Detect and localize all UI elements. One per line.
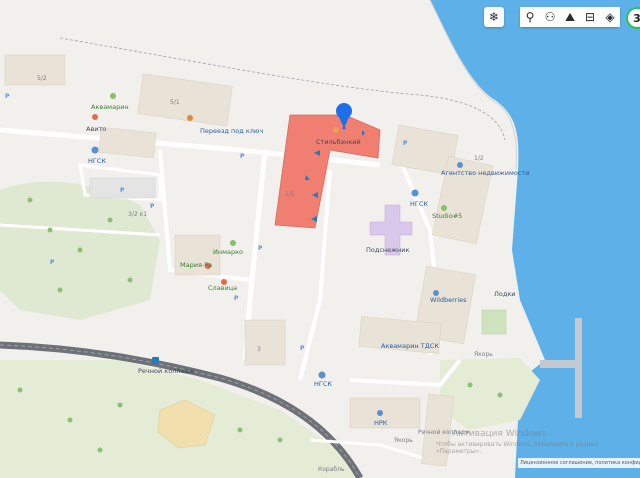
poi-label[interactable]: НГСК [88, 157, 106, 165]
house-number: 1/5 [285, 191, 295, 198]
pin-icon[interactable]: ⚲ [520, 7, 540, 27]
map-canvas[interactable]: P P P P P P P P P 5/2 5/1 1/2 3/2 к1 3 1… [0, 0, 640, 478]
poi-label[interactable]: Studio#5 [432, 212, 462, 220]
poi-label[interactable]: Мария-Ра [180, 261, 212, 269]
poi-label[interactable]: Авито [86, 125, 106, 133]
house-number: 3 [257, 346, 261, 353]
poi-label[interactable]: Агентство недвижимости [441, 169, 529, 177]
poi-label[interactable]: НРК [374, 419, 388, 427]
bus-icon[interactable]: ⊟ [580, 7, 600, 27]
svg-text:P: P [234, 295, 239, 302]
svg-text:P: P [150, 203, 155, 210]
house-number: 3/2 к1 [128, 211, 147, 218]
poi-label[interactable]: Корабль [318, 466, 345, 473]
svg-text:P: P [120, 187, 125, 194]
poi-label[interactable]: Якорь [474, 351, 493, 358]
svg-text:P: P [50, 259, 55, 266]
snowflake-icon[interactable]: ❄ [484, 7, 504, 27]
poi-label[interactable]: Лодки [494, 290, 516, 298]
windows-activation-hint: Чтобы активировать Windows, перейдите в … [436, 441, 598, 455]
poi-label[interactable]: НГСК [410, 200, 428, 208]
layers-icon[interactable]: ◈ [600, 7, 620, 27]
windows-activation-watermark: Активация Windows [452, 429, 546, 439]
poi-label[interactable]: Речной колледж [138, 367, 195, 375]
poi-label[interactable]: Подснежник [366, 246, 410, 254]
svg-text:P: P [5, 93, 10, 100]
house-number: 1/2 [474, 155, 484, 162]
house-number: 5/2 [37, 75, 47, 82]
map-toolbar: ❄ ⚲ ⚇ ⛰ ⊟ ◈ [484, 7, 620, 27]
svg-text:P: P [240, 153, 245, 160]
sport-field [481, 309, 507, 335]
poi-label[interactable]: Аквамарин [91, 103, 129, 111]
poi-label[interactable]: Якорь [394, 437, 413, 444]
layer-controls: ⚲ ⚇ ⛰ ⊟ ◈ [520, 7, 620, 27]
poi-label[interactable]: Wildberries [430, 296, 467, 304]
license-footer-link[interactable]: Лицензионное соглашение, политика конфид… [518, 458, 640, 468]
poi-label[interactable]: НГСК [314, 380, 332, 388]
mountains-icon[interactable]: ⛰ [560, 7, 580, 27]
people-icon[interactable]: ⚇ [540, 7, 560, 27]
poi-label[interactable]: Инмарко [213, 248, 243, 256]
poi-label[interactable]: Стильбэнкий [316, 138, 361, 146]
house-number: 5/1 [170, 99, 180, 106]
poi-label[interactable]: Славица [208, 284, 237, 292]
svg-text:P: P [403, 140, 408, 147]
svg-text:P: P [258, 245, 263, 252]
poi-label[interactable]: Аквамарин ТДСК [381, 342, 439, 350]
svg-text:P: P [300, 345, 305, 352]
poi-label[interactable]: Переезд под ключ [200, 127, 263, 135]
